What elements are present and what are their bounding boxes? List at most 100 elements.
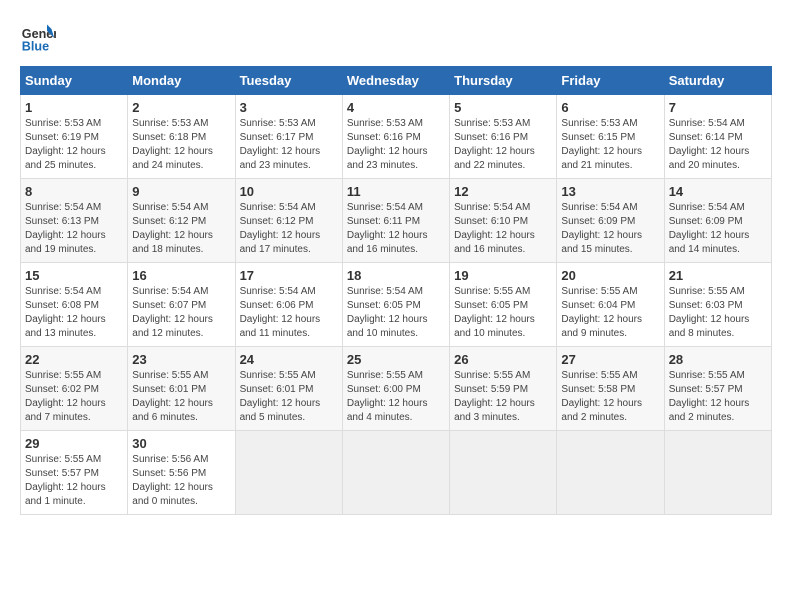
logo: General Blue — [20, 20, 56, 56]
day-number: 3 — [240, 100, 338, 115]
day-info: Sunrise: 5:55 AM Sunset: 6:02 PM Dayligh… — [25, 369, 123, 425]
calendar-cell: 30 Sunrise: 5:56 AM Sunset: 5:56 PM Dayli… — [128, 431, 235, 515]
calendar-row: 22 Sunrise: 5:55 AM Sunset: 6:02 PM Dayli… — [21, 347, 772, 431]
calendar-row: 8 Sunrise: 5:54 AM Sunset: 6:13 PM Daylig… — [21, 179, 772, 263]
day-info: Sunrise: 5:55 AM Sunset: 6:01 PM Dayligh… — [132, 369, 230, 425]
day-number: 12 — [454, 184, 552, 199]
calendar-cell: 3 Sunrise: 5:53 AM Sunset: 6:17 PM Daylig… — [235, 95, 342, 179]
day-number: 16 — [132, 268, 230, 283]
calendar-cell: 13 Sunrise: 5:54 AM Sunset: 6:09 PM Dayli… — [557, 179, 664, 263]
calendar-cell: 24 Sunrise: 5:55 AM Sunset: 6:01 PM Dayli… — [235, 347, 342, 431]
day-info: Sunrise: 5:55 AM Sunset: 5:57 PM Dayligh… — [25, 453, 123, 509]
day-info: Sunrise: 5:55 AM Sunset: 5:59 PM Dayligh… — [454, 369, 552, 425]
day-info: Sunrise: 5:55 AM Sunset: 6:01 PM Dayligh… — [240, 369, 338, 425]
day-number: 24 — [240, 352, 338, 367]
day-info: Sunrise: 5:54 AM Sunset: 6:06 PM Dayligh… — [240, 285, 338, 341]
header-friday: Friday — [557, 67, 664, 95]
calendar-cell: 21Sunrise: 5:55 AM Sunset: 6:03 PM Dayli… — [664, 263, 771, 347]
calendar-cell: 11 Sunrise: 5:54 AM Sunset: 6:11 PM Dayli… — [342, 179, 449, 263]
day-number: 5 — [454, 100, 552, 115]
day-info: Sunrise: 5:55 AM Sunset: 6:00 PM Dayligh… — [347, 369, 445, 425]
calendar-table: SundayMondayTuesdayWednesdayThursdayFrid… — [20, 66, 772, 515]
day-info: Sunrise: 5:54 AM Sunset: 6:12 PM Dayligh… — [132, 201, 230, 257]
svg-text:Blue: Blue — [22, 40, 49, 54]
header-saturday: Saturday — [664, 67, 771, 95]
day-info: Sunrise: 5:54 AM Sunset: 6:08 PM Dayligh… — [25, 285, 123, 341]
calendar-cell: 12 Sunrise: 5:54 AM Sunset: 6:10 PM Dayli… — [450, 179, 557, 263]
calendar-cell: 7 Sunrise: 5:54 AM Sunset: 6:14 PM Daylig… — [664, 95, 771, 179]
day-number: 8 — [25, 184, 123, 199]
day-info: Sunrise: 5:55 AM Sunset: 5:57 PM Dayligh… — [669, 369, 767, 425]
day-info: Sunrise: 5:54 AM Sunset: 6:11 PM Dayligh… — [347, 201, 445, 257]
day-info: Sunrise: 5:53 AM Sunset: 6:18 PM Dayligh… — [132, 117, 230, 173]
day-number: 6 — [561, 100, 659, 115]
day-info: Sunrise: 5:54 AM Sunset: 6:05 PM Dayligh… — [347, 285, 445, 341]
calendar-cell: 8 Sunrise: 5:54 AM Sunset: 6:13 PM Daylig… — [21, 179, 128, 263]
day-number: 2 — [132, 100, 230, 115]
calendar-cell: 14 Sunrise: 5:54 AM Sunset: 6:09 PM Dayli… — [664, 179, 771, 263]
calendar-cell: 9 Sunrise: 5:54 AM Sunset: 6:12 PM Daylig… — [128, 179, 235, 263]
day-info: Sunrise: 5:53 AM Sunset: 6:17 PM Dayligh… — [240, 117, 338, 173]
day-info: Sunrise: 5:53 AM Sunset: 6:19 PM Dayligh… — [25, 117, 123, 173]
calendar-cell: 17 Sunrise: 5:54 AM Sunset: 6:06 PM Dayli… — [235, 263, 342, 347]
day-info: Sunrise: 5:53 AM Sunset: 6:16 PM Dayligh… — [347, 117, 445, 173]
calendar-cell: 6Sunrise: 5:53 AM Sunset: 6:15 PM Daylig… — [557, 95, 664, 179]
day-info: Sunrise: 5:55 AM Sunset: 5:58 PM Dayligh… — [561, 369, 659, 425]
day-info: Sunrise: 5:54 AM Sunset: 6:07 PM Dayligh… — [132, 285, 230, 341]
calendar-cell: 19 Sunrise: 5:55 AM Sunset: 6:05 PM Dayli… — [450, 263, 557, 347]
calendar-cell — [557, 431, 664, 515]
calendar-cell: 15 Sunrise: 5:54 AM Sunset: 6:08 PM Dayli… — [21, 263, 128, 347]
calendar-cell — [342, 431, 449, 515]
logo-icon: General Blue — [20, 20, 56, 56]
header-monday: Monday — [128, 67, 235, 95]
day-number: 11 — [347, 184, 445, 199]
calendar-cell: 1 Sunrise: 5:53 AM Sunset: 6:19 PM Daylig… — [21, 95, 128, 179]
day-number: 26 — [454, 352, 552, 367]
day-info: Sunrise: 5:55 AM Sunset: 6:04 PM Dayligh… — [561, 285, 659, 341]
day-info: Sunrise: 5:55 AM Sunset: 6:05 PM Dayligh… — [454, 285, 552, 341]
header-sunday: Sunday — [21, 67, 128, 95]
day-info: Sunrise: 5:54 AM Sunset: 6:09 PM Dayligh… — [561, 201, 659, 257]
calendar-cell: 18Sunrise: 5:54 AM Sunset: 6:05 PM Dayli… — [342, 263, 449, 347]
header-tuesday: Tuesday — [235, 67, 342, 95]
header-row: SundayMondayTuesdayWednesdayThursdayFrid… — [21, 67, 772, 95]
calendar-cell — [450, 431, 557, 515]
day-info: Sunrise: 5:54 AM Sunset: 6:14 PM Dayligh… — [669, 117, 767, 173]
calendar-cell: 4 Sunrise: 5:53 AM Sunset: 6:16 PM Daylig… — [342, 95, 449, 179]
calendar-cell: 2 Sunrise: 5:53 AM Sunset: 6:18 PM Daylig… — [128, 95, 235, 179]
calendar-row: 15 Sunrise: 5:54 AM Sunset: 6:08 PM Dayli… — [21, 263, 772, 347]
day-number: 9 — [132, 184, 230, 199]
day-number: 25 — [347, 352, 445, 367]
day-number: 4 — [347, 100, 445, 115]
day-info: Sunrise: 5:54 AM Sunset: 6:10 PM Dayligh… — [454, 201, 552, 257]
day-number: 22 — [25, 352, 123, 367]
calendar-cell: 27 Sunrise: 5:55 AM Sunset: 5:58 PM Dayli… — [557, 347, 664, 431]
day-number: 14 — [669, 184, 767, 199]
calendar-cell — [235, 431, 342, 515]
day-number: 20 — [561, 268, 659, 283]
calendar-cell: 26 Sunrise: 5:55 AM Sunset: 5:59 PM Dayli… — [450, 347, 557, 431]
day-number: 27 — [561, 352, 659, 367]
day-number: 1 — [25, 100, 123, 115]
day-number: 13 — [561, 184, 659, 199]
day-info: Sunrise: 5:54 AM Sunset: 6:12 PM Dayligh… — [240, 201, 338, 257]
header-wednesday: Wednesday — [342, 67, 449, 95]
calendar-cell: 20 Sunrise: 5:55 AM Sunset: 6:04 PM Dayli… — [557, 263, 664, 347]
day-info: Sunrise: 5:54 AM Sunset: 6:09 PM Dayligh… — [669, 201, 767, 257]
day-number: 23 — [132, 352, 230, 367]
calendar-row: 1 Sunrise: 5:53 AM Sunset: 6:19 PM Daylig… — [21, 95, 772, 179]
day-info: Sunrise: 5:56 AM Sunset: 5:56 PM Dayligh… — [132, 453, 230, 509]
day-number: 15 — [25, 268, 123, 283]
day-number: 7 — [669, 100, 767, 115]
header-thursday: Thursday — [450, 67, 557, 95]
calendar-cell: 5Sunrise: 5:53 AM Sunset: 6:16 PM Daylig… — [450, 95, 557, 179]
calendar-cell — [664, 431, 771, 515]
calendar-cell: 29Sunrise: 5:55 AM Sunset: 5:57 PM Dayli… — [21, 431, 128, 515]
day-number: 17 — [240, 268, 338, 283]
day-number: 19 — [454, 268, 552, 283]
day-info: Sunrise: 5:54 AM Sunset: 6:13 PM Dayligh… — [25, 201, 123, 257]
page-header: General Blue — [20, 20, 772, 56]
calendar-cell: 23 Sunrise: 5:55 AM Sunset: 6:01 PM Dayli… — [128, 347, 235, 431]
day-number: 30 — [132, 436, 230, 451]
calendar-row: 29Sunrise: 5:55 AM Sunset: 5:57 PM Dayli… — [21, 431, 772, 515]
